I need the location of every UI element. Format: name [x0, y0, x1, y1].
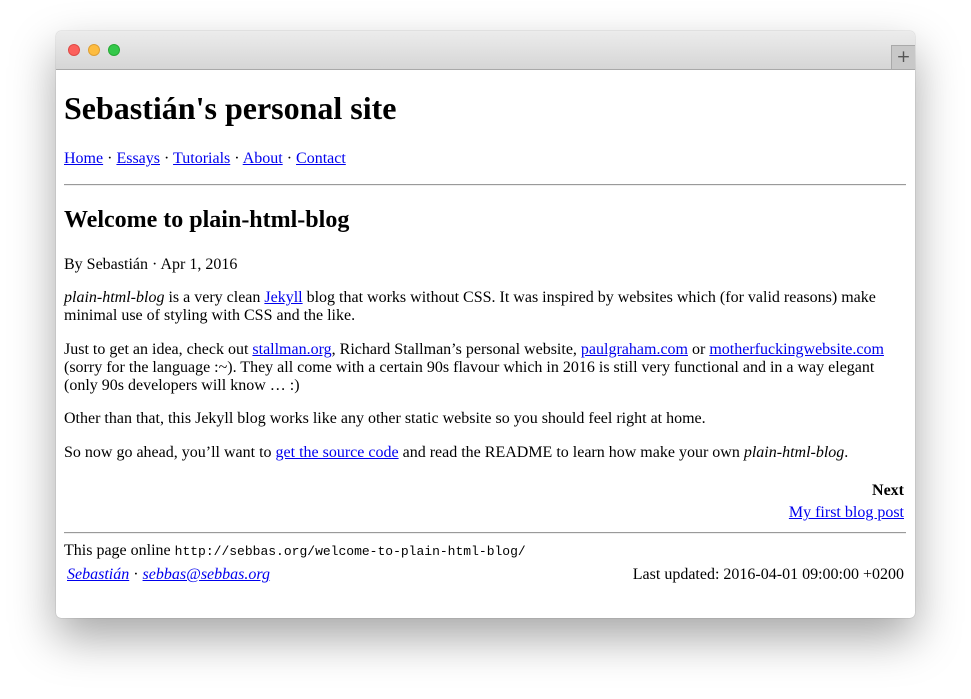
- paulgraham-link[interactable]: paulgraham.com: [581, 341, 688, 358]
- site-nav: Home · Essays · Tutorials · About · Cont…: [64, 149, 346, 169]
- motherfuckingwebsite-link[interactable]: motherfuckingwebsite.com: [709, 341, 884, 358]
- plus-icon: +: [896, 47, 911, 67]
- nav-contact-link[interactable]: Contact: [296, 150, 346, 167]
- page-url: http://sebbas.org/welcome-to-plain-html-…: [174, 544, 526, 559]
- post-byline: By Sebastián · Apr 1, 2016: [64, 256, 238, 273]
- browser-window: + Sebastián's personal site Home · Essay…: [56, 31, 915, 618]
- post-paragraph-2: Just to get an idea, check out stallman.…: [64, 341, 884, 394]
- blog-name-emphasis: plain-html-blog: [743, 444, 845, 461]
- nav-tutorials-link[interactable]: Tutorials: [173, 150, 230, 167]
- next-post-link[interactable]: My first blog post: [789, 503, 904, 523]
- nav-home-link[interactable]: Home: [64, 150, 103, 167]
- post-paragraph-3: Other than that, this Jekyll blog works …: [64, 410, 706, 427]
- footer-divider: [64, 532, 906, 534]
- nav-about-link[interactable]: About: [243, 150, 283, 167]
- nav-separator: ·: [164, 150, 170, 167]
- jekyll-link[interactable]: Jekyll: [264, 289, 302, 306]
- title-bar: +: [56, 31, 915, 70]
- nav-separator: ·: [234, 150, 240, 167]
- header-divider: [64, 184, 906, 186]
- post-paragraph-4: So now go ahead, you’ll want to get the …: [64, 444, 849, 461]
- close-window-button[interactable]: [68, 44, 80, 56]
- page-online-info: This page online http://sebbas.org/welco…: [64, 542, 526, 559]
- footer-author-links: Sebastián · sebbas@sebbas.org: [67, 565, 270, 585]
- site-title: Sebastián's personal site: [64, 90, 397, 126]
- last-updated: Last updated: 2016-04-01 09:00:00 +0200: [632, 566, 904, 583]
- blog-name-emphasis: plain-html-blog: [64, 289, 165, 306]
- next-post-label: Next: [872, 482, 904, 499]
- footer-separator: ·: [129, 566, 143, 583]
- post-title: Welcome to plain-html-blog: [64, 207, 350, 233]
- zoom-window-button[interactable]: [108, 44, 120, 56]
- nav-separator: ·: [286, 150, 293, 167]
- email-link[interactable]: sebbas@sebbas.org: [143, 566, 270, 583]
- source-code-link[interactable]: get the source code: [276, 444, 399, 461]
- new-tab-button[interactable]: +: [891, 45, 915, 69]
- stallman-link[interactable]: stallman.org: [252, 341, 331, 358]
- nav-separator: ·: [107, 150, 113, 167]
- minimize-window-button[interactable]: [88, 44, 100, 56]
- nav-essays-link[interactable]: Essays: [116, 150, 160, 167]
- author-link[interactable]: Sebastián: [67, 566, 129, 583]
- page-content: Sebastián's personal site Home · Essays …: [64, 70, 906, 618]
- post-paragraph-1: plain-html-blog is a very clean Jekyll b…: [64, 289, 876, 324]
